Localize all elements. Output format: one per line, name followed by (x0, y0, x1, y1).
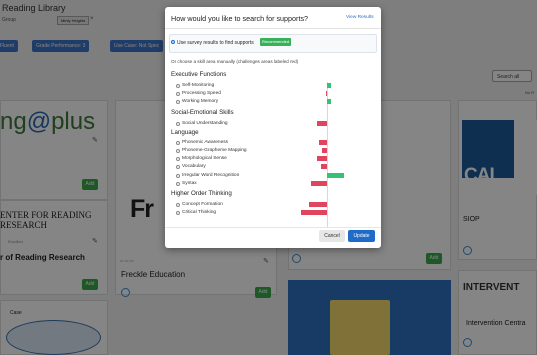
section-executive-functions: Executive Functions (171, 71, 227, 78)
skill-processing-speed[interactable]: Processing Speed (182, 91, 221, 96)
modal-title: How would you like to search for support… (171, 14, 309, 23)
skill-radio[interactable] (176, 203, 180, 207)
skill-score-bar (309, 202, 327, 207)
skill-radio[interactable] (176, 100, 180, 104)
skill-score-bar (327, 99, 331, 104)
skill-score-bar (317, 121, 327, 126)
skill-self-monitoring[interactable]: Self-Monitoring (182, 83, 214, 88)
skill-irregular-word-recognition[interactable]: Irregular Word Recognition (182, 173, 239, 178)
skill-radio[interactable] (176, 122, 180, 126)
skill-syntax[interactable]: Syntax (182, 181, 197, 186)
skill-score-bar (317, 156, 327, 161)
skill-social-understanding[interactable]: Social Understanding (182, 121, 228, 126)
section-language: Language (171, 129, 199, 136)
search-supports-modal: How would you like to search for support… (165, 7, 381, 248)
update-button[interactable]: Update (348, 230, 375, 242)
section-social-emotional: Social-Emotional Skills (171, 109, 234, 116)
skill-critical-thinking[interactable]: Critical Thinking (182, 210, 216, 215)
skill-score-bar (327, 173, 344, 178)
skill-radio[interactable] (176, 157, 180, 161)
section-higher-order-thinking: Higher Order Thinking (171, 190, 232, 197)
skill-radio[interactable] (176, 165, 180, 169)
skill-radio[interactable] (176, 141, 180, 145)
skill-radio[interactable] (176, 174, 180, 178)
skill-working-memory[interactable]: Working Memory (182, 99, 218, 104)
recommended-badge: Recommended (260, 38, 292, 46)
view-results-link[interactable]: View Results (346, 15, 374, 20)
skill-radio[interactable] (176, 182, 180, 186)
manual-choice-text: Or choose a skill area manually (challen… (171, 59, 299, 64)
skill-score-bar (326, 91, 327, 96)
survey-option-label[interactable]: Use survey results to find supports (177, 40, 254, 46)
modal-footer-divider (165, 227, 381, 228)
skill-score-bar (327, 83, 331, 88)
survey-radio[interactable] (171, 40, 175, 44)
cancel-button[interactable]: Cancel (319, 230, 345, 242)
skill-score-bar (310, 181, 327, 186)
skill-vocabulary[interactable]: Vocabulary (182, 164, 206, 169)
modal-header: How would you like to search for support… (165, 7, 381, 29)
skill-phonemic-awareness[interactable]: Phonemic Awareness (182, 140, 228, 145)
skill-score-bar (320, 164, 327, 169)
skill-score-bar (319, 140, 327, 145)
skill-score-bar (301, 210, 327, 215)
skill-morphological-sense[interactable]: Morphological Sense (182, 156, 227, 161)
skill-radio[interactable] (176, 211, 180, 215)
skill-score-bar (321, 148, 327, 153)
skill-radio[interactable] (176, 84, 180, 88)
skill-radio[interactable] (176, 149, 180, 153)
skill-phoneme-grapheme[interactable]: Phoneme-Grapheme Mapping (182, 148, 247, 153)
skill-radio[interactable] (176, 92, 180, 96)
skill-concept-formation[interactable]: Concept Formation (182, 202, 223, 207)
